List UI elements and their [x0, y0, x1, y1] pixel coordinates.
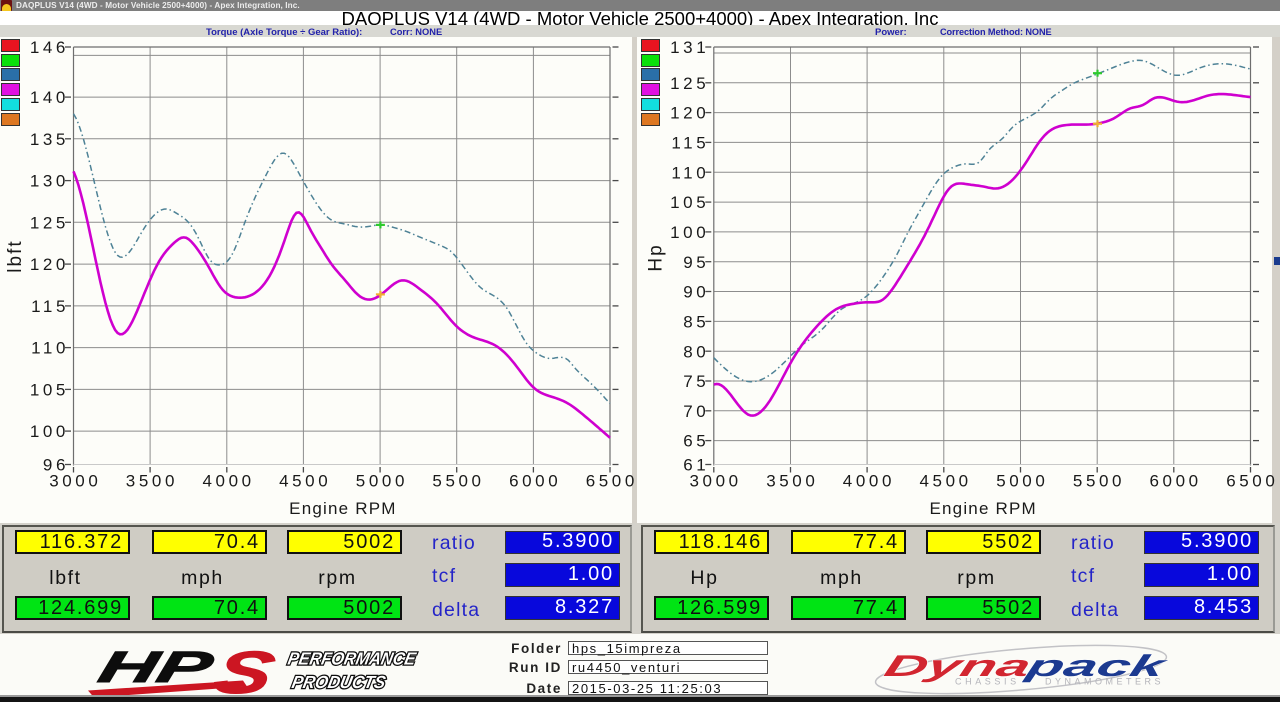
svg-text:5500: 5500 — [432, 472, 484, 491]
svg-text:Engine RPM: Engine RPM — [289, 499, 396, 518]
svg-text:100: 100 — [30, 422, 69, 441]
svg-text:115: 115 — [671, 134, 709, 153]
svg-text:120: 120 — [670, 104, 709, 123]
svg-text:70: 70 — [683, 402, 709, 421]
svg-text:105: 105 — [670, 193, 709, 212]
svg-text:4000: 4000 — [843, 472, 895, 491]
svg-text:125: 125 — [30, 213, 69, 232]
svg-text:6500: 6500 — [1226, 472, 1278, 491]
svg-text:Hp: Hp — [646, 243, 667, 271]
svg-text:3000: 3000 — [49, 472, 101, 491]
svg-text:85: 85 — [683, 313, 709, 332]
svg-text:6000: 6000 — [509, 472, 561, 491]
svg-text:4500: 4500 — [279, 472, 331, 491]
svg-text:100: 100 — [670, 223, 709, 242]
svg-text:Engine RPM: Engine RPM — [929, 499, 1036, 518]
svg-text:105: 105 — [30, 381, 69, 400]
svg-text:6500: 6500 — [586, 472, 638, 491]
svg-text:3000: 3000 — [689, 472, 741, 491]
svg-text:95: 95 — [683, 253, 709, 272]
svg-text:65: 65 — [683, 432, 709, 451]
svg-text:120: 120 — [30, 255, 69, 274]
svg-text:5000: 5000 — [996, 472, 1048, 491]
svg-text:75: 75 — [683, 372, 709, 391]
svg-text:3500: 3500 — [126, 472, 178, 491]
svg-text:146: 146 — [30, 38, 69, 57]
svg-text:CHASSIS: CHASSIS — [955, 677, 1020, 687]
svg-text:131: 131 — [670, 38, 709, 57]
svg-text:DYNAMOMETERS: DYNAMOMETERS — [1045, 677, 1164, 687]
svg-text:80: 80 — [683, 342, 709, 361]
svg-text:5000: 5000 — [356, 472, 408, 491]
svg-text:140: 140 — [30, 88, 69, 107]
svg-text:110: 110 — [31, 339, 69, 358]
svg-text:5500: 5500 — [1073, 472, 1125, 491]
svg-text:135: 135 — [30, 130, 69, 149]
svg-text:130: 130 — [30, 172, 69, 191]
svg-text:90: 90 — [683, 283, 709, 302]
svg-text:lbft: lbft — [5, 239, 26, 272]
svg-text:125: 125 — [670, 74, 709, 93]
svg-text:3500: 3500 — [766, 472, 818, 491]
svg-text:115: 115 — [31, 297, 69, 316]
svg-text:4500: 4500 — [919, 472, 971, 491]
svg-text:6000: 6000 — [1149, 472, 1201, 491]
svg-text:110: 110 — [671, 163, 709, 182]
svg-text:4000: 4000 — [202, 472, 254, 491]
